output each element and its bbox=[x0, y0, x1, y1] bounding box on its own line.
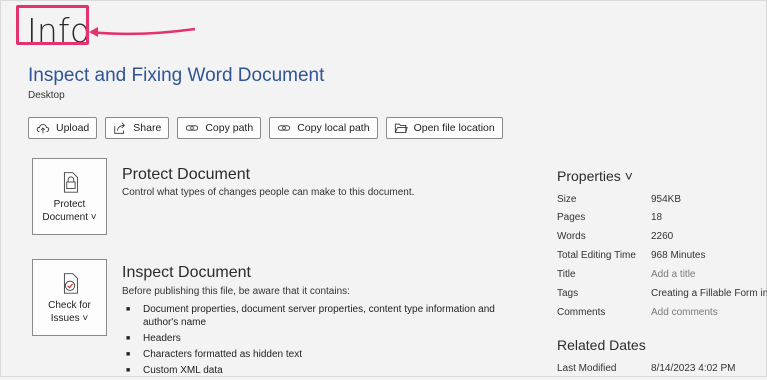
highlight-box bbox=[16, 5, 89, 45]
protect-document-label-line1: Protect bbox=[53, 199, 86, 210]
property-row: Comments Add comments bbox=[557, 307, 718, 318]
document-location: Desktop bbox=[28, 90, 65, 101]
inspect-document-title: Inspect Document bbox=[122, 264, 251, 281]
property-row: Title Add a title bbox=[557, 269, 695, 280]
property-value: 968 Minutes bbox=[651, 250, 706, 261]
protect-document-button[interactable]: Protect Document ˅ bbox=[32, 158, 107, 235]
related-dates-header: Related Dates bbox=[557, 337, 646, 353]
inspect-document-list: Document properties, document server pro… bbox=[124, 303, 513, 380]
copy-path-button[interactable]: Copy path bbox=[177, 117, 262, 139]
protect-document-label-line2: Document ˅ bbox=[42, 212, 97, 223]
list-item: Custom XML data bbox=[124, 364, 513, 377]
property-value: 8/14/2023 4:02 PM bbox=[651, 363, 736, 374]
inspect-document-description: Before publishing this file, be aware th… bbox=[122, 286, 350, 297]
property-key: Tags bbox=[557, 288, 579, 299]
list-item: Headers bbox=[124, 332, 513, 345]
document-title: Inspect and Fixing Word Document bbox=[28, 65, 325, 86]
copy-local-path-label: Copy local path bbox=[297, 122, 370, 134]
info-pane: Info Inspect and Fixing Word Document De… bbox=[0, 0, 767, 377]
property-key: Last Modified bbox=[557, 363, 617, 374]
title-field[interactable]: Add a title bbox=[651, 269, 695, 280]
link-icon bbox=[278, 125, 291, 131]
upload-button[interactable]: Upload bbox=[28, 117, 98, 139]
tags-field[interactable]: Creating a Fillable Form in... bbox=[651, 288, 767, 299]
open-file-location-button[interactable]: Open file location bbox=[385, 117, 503, 139]
property-value: 2260 bbox=[651, 231, 674, 242]
action-toolbar: Upload Share Copy path Copy local path O… bbox=[28, 117, 503, 139]
open-file-location-label: Open file location bbox=[413, 122, 495, 134]
properties-header[interactable]: Properties ˅ bbox=[557, 168, 633, 184]
check-for-issues-button[interactable]: Check for Issues ˅ bbox=[32, 259, 107, 336]
protect-document-description: Control what types of changes people can… bbox=[122, 187, 415, 198]
check-document-icon bbox=[63, 273, 78, 294]
upload-label: Upload bbox=[56, 122, 90, 134]
property-key: Pages bbox=[557, 212, 586, 223]
property-value: 954KB bbox=[651, 194, 682, 205]
protect-document-title: Protect Document bbox=[122, 166, 251, 183]
property-key: Title bbox=[557, 269, 576, 280]
upload-icon bbox=[36, 124, 50, 134]
list-item: Document properties, document server pro… bbox=[124, 303, 513, 329]
property-key: Comments bbox=[557, 307, 606, 318]
share-button[interactable]: Share bbox=[105, 117, 170, 139]
check-for-issues-label-line2: Issues ˅ bbox=[50, 313, 89, 324]
list-item: Characters formatted as hidden text bbox=[124, 348, 513, 361]
property-row: Tags Creating a Fillable Form in... bbox=[557, 288, 767, 299]
arrow-annotation bbox=[89, 27, 196, 37]
copy-local-path-button[interactable]: Copy local path bbox=[269, 117, 378, 139]
property-row: Total Editing Time 968 Minutes bbox=[557, 250, 705, 261]
property-row: Words 2260 bbox=[557, 231, 673, 242]
copy-path-label: Copy path bbox=[205, 122, 254, 134]
comments-field[interactable]: Add comments bbox=[651, 307, 718, 318]
property-key: Size bbox=[557, 194, 577, 205]
check-for-issues-label-line1: Check for bbox=[48, 300, 91, 311]
folder-icon bbox=[394, 123, 408, 133]
property-row: Size 954KB bbox=[557, 194, 681, 205]
property-key: Words bbox=[557, 231, 586, 242]
property-row: Pages 18 bbox=[557, 212, 662, 223]
share-icon bbox=[114, 122, 126, 134]
property-key: Total Editing Time bbox=[557, 250, 636, 261]
lock-document-icon bbox=[63, 172, 78, 193]
property-value: 18 bbox=[651, 212, 663, 223]
property-row: Last Modified 8/14/2023 4:02 PM bbox=[557, 363, 736, 374]
share-label: Share bbox=[133, 122, 162, 134]
link-icon bbox=[186, 125, 199, 131]
